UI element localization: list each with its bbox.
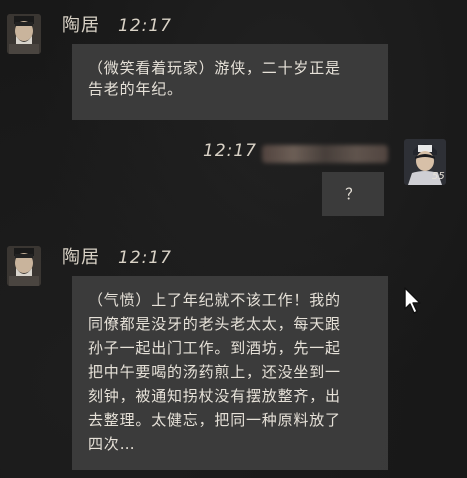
blurred-player-name [262,145,388,163]
message-line: 四次… [88,435,136,453]
message-header: 陶居 12:17 [62,243,172,269]
message-line: 把中午要喝的汤药煎上，还没坐到一 [88,363,341,381]
message-header: 陶居 12:17 [62,11,172,37]
mouse-pointer-icon [404,287,424,319]
message-line: 同僚都是没牙的老头老太太，每天跟 [88,315,341,333]
message-bubble: ？ [322,172,384,216]
message-line: ？ [345,184,361,203]
npc-avatar-icon[interactable] [7,14,41,54]
message-line: 刻钟，被通知拐杖没有摆放整齐，出 [88,387,341,405]
message-bubble: （气愤）上了年纪就不该工作！我的 同僚都是没牙的老头老太太，每天跟 孙子一起出门… [72,276,388,470]
message-line: （微笑看着玩家）游侠，二十岁正是 [88,59,341,77]
player-level-badge: 55 [432,171,445,182]
sender-name: 陶居 [62,15,100,36]
message-time: 12:17 [118,248,172,268]
message-bubble: （微笑看着玩家）游侠，二十岁正是 告老的年纪。 [72,44,388,120]
message-time: 12:17 [203,141,257,161]
message-line: （气愤）上了年纪就不该工作！我的 [88,291,341,309]
message-time: 12:17 [118,16,172,36]
message-line: 孙子一起出门工作。到酒坊，先一起 [88,339,341,357]
message-line: 告老的年纪。 [88,80,183,98]
npc-avatar-icon[interactable] [7,246,41,286]
sender-name: 陶居 [62,247,100,268]
message-line: 去整理。太健忘，把同一种原料放了 [88,411,341,429]
message-header: 12:17 [203,141,257,161]
